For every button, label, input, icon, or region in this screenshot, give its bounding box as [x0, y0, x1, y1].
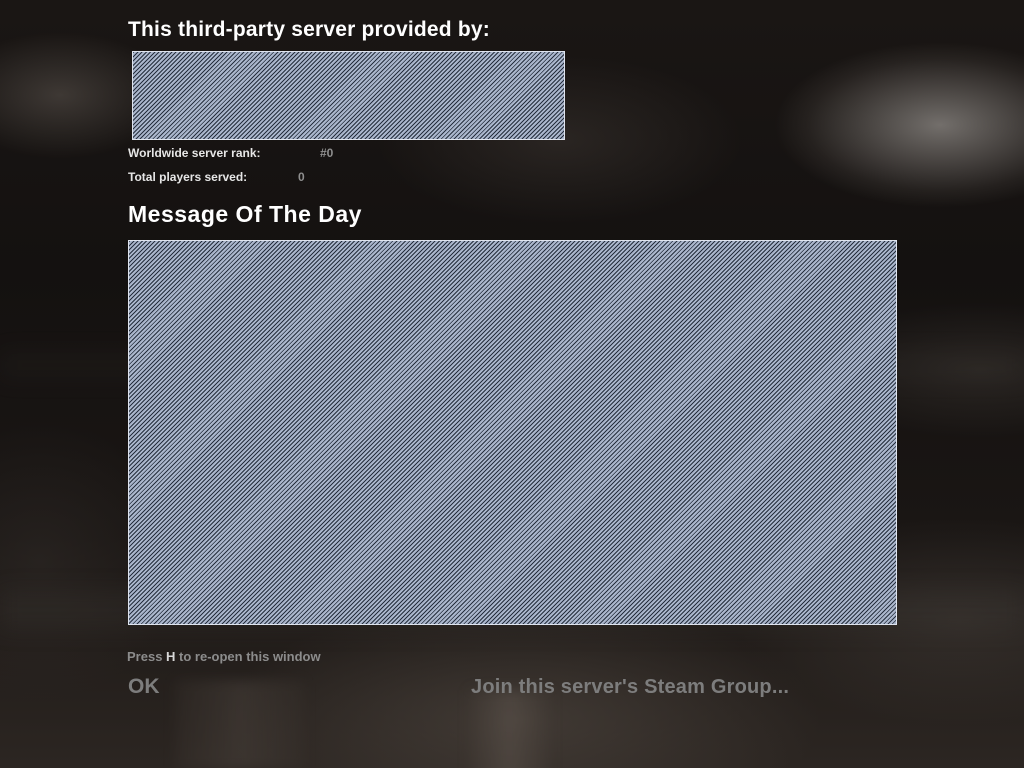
background-blur: [175, 680, 305, 768]
server-rank-value: #0: [320, 146, 334, 160]
hint-suffix: to re-open this window: [175, 649, 321, 664]
provider-banner: [132, 51, 565, 140]
motd-window: This third-party server provided by: Wor…: [0, 0, 1024, 768]
players-served-label: Total players served:: [128, 170, 248, 184]
server-rank: Worldwide server rank: #0: [128, 146, 333, 160]
provider-title: This third-party server provided by:: [128, 18, 490, 41]
reopen-hint: Press H to re-open this window: [127, 649, 321, 664]
join-steam-group-button[interactable]: Join this server's Steam Group...: [471, 676, 789, 699]
players-served-value: 0: [298, 170, 305, 184]
motd-title: Message Of The Day: [128, 201, 362, 227]
server-rank-label: Worldwide server rank:: [128, 146, 261, 160]
ok-button[interactable]: OK: [128, 675, 160, 699]
background-blur: [470, 690, 550, 768]
hint-prefix: Press: [127, 649, 167, 664]
motd-content[interactable]: [128, 240, 897, 625]
players-served: Total players served: 0: [128, 170, 305, 184]
